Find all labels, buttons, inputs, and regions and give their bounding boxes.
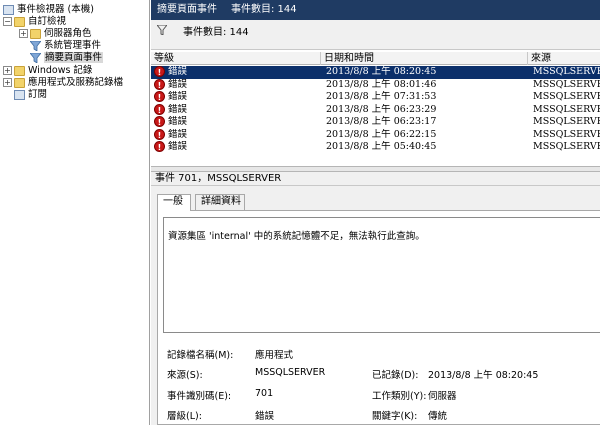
events-grid[interactable]: 等級 日期和時間 來源 ! 錯誤 2013/8/8 上午 08:20:45 MSS… — [151, 52, 600, 166]
table-row[interactable]: !錯誤 2013/8/8 上午 05:40:45 MSSQLSERVER — [151, 141, 600, 154]
source-label: 來源(S): — [167, 370, 203, 381]
table-row[interactable]: !錯誤 2013/8/8 上午 06:23:17 MSSQLSERVER — [151, 116, 600, 129]
view-title-bar: 摘要頁面事件 事件數目: 144 — [151, 0, 600, 20]
tab-general[interactable]: 一般 — [157, 194, 191, 211]
filter-icon — [29, 52, 42, 64]
table-row[interactable]: !錯誤 2013/8/8 上午 06:22:15 MSSQLSERVER — [151, 128, 600, 142]
folder-icon — [30, 28, 41, 39]
event-message: 資源集區 'internal' 中的系統記憶體不足，無法執行此查詢。 — [168, 231, 425, 242]
tree-item-server-roles[interactable]: + 伺服器角色 — [19, 28, 92, 40]
expand-icon[interactable]: + — [3, 66, 12, 75]
event-viewer-window: 事件檢視器 (本機) − 自訂檢視 + 伺服器角色 系統管理事件 摘要頁面事件 + W… — [0, 0, 600, 425]
table-row[interactable]: !錯誤 2013/8/8 上午 08:01:46 MSSQLSERVER — [151, 78, 600, 92]
tree-item-app-service-logs[interactable]: + 應用程式及服務記錄檔 — [3, 77, 123, 89]
filter-count: 事件數目: 144 — [183, 27, 249, 38]
tree-item-subscriptions[interactable]: 訂閱 — [14, 89, 47, 101]
log-name-label: 記錄檔名稱(M): — [167, 350, 234, 361]
folder-icon — [14, 16, 25, 27]
column-header-level[interactable]: 等級 — [151, 52, 321, 65]
table-row[interactable]: !錯誤 2013/8/8 上午 07:31:53 MSSQLSERVER — [151, 91, 600, 104]
level-label: 層級(L): — [167, 411, 202, 422]
folder-icon — [14, 65, 25, 76]
log-name-value: 應用程式 — [255, 350, 294, 361]
error-icon: ! — [154, 103, 165, 115]
navigation-tree[interactable]: 事件檢視器 (本機) − 自訂檢視 + 伺服器角色 系統管理事件 摘要頁面事件 + W… — [0, 0, 150, 425]
view-title: 摘要頁面事件 — [157, 4, 217, 15]
collapse-icon[interactable]: − — [3, 17, 12, 26]
expand-icon[interactable]: + — [19, 29, 28, 38]
event-detail-heading: 事件 701，MSSQLSERVER — [151, 172, 600, 186]
column-header-source[interactable]: 來源 — [528, 52, 600, 65]
tree-item-custom-views[interactable]: − 自訂檢視 — [3, 16, 66, 28]
table-row[interactable]: !錯誤 2013/8/8 上午 08:20:45 MSSQLSERVER — [151, 66, 600, 79]
main-pane: 摘要頁面事件 事件數目: 144 事件數目: 144 等級 日期和時間 來源 ! 錯… — [151, 0, 600, 425]
column-header-datetime[interactable]: 日期和時間 — [321, 52, 528, 65]
tree-item-windows-logs[interactable]: + Windows 記錄 — [3, 65, 92, 77]
event-id-value: 701 — [255, 388, 274, 399]
error-icon: ! — [154, 91, 165, 102]
grid-header: 等級 日期和時間 來源 — [151, 52, 600, 65]
table-row[interactable]: !錯誤 2013/8/8 上午 06:23:29 MSSQLSERVER — [151, 103, 600, 117]
level-value: 錯誤 — [255, 411, 275, 422]
tab-details[interactable]: 詳細資料 — [195, 194, 245, 210]
folder-icon — [14, 77, 25, 88]
logged-label: 已記錄(D): — [372, 370, 419, 381]
event-message-box[interactable]: 資源集區 'internal' 中的系統記憶體不足，無法執行此查詢。 — [163, 217, 600, 333]
task-category-value: 伺服器 — [428, 391, 457, 402]
filter-icon — [29, 40, 42, 52]
error-icon: ! — [154, 141, 165, 152]
subscription-icon — [14, 89, 25, 100]
filter-bar: 事件數目: 144 — [151, 20, 600, 50]
logged-value: 2013/8/8 上午 08:20:45 — [428, 370, 539, 381]
event-count: 事件數目: 144 — [231, 4, 297, 15]
tree-item-admin-events[interactable]: 系統管理事件 — [29, 40, 101, 52]
expand-icon[interactable]: + — [3, 78, 12, 87]
tree-item-summary-page-events[interactable]: 摘要頁面事件 — [29, 52, 104, 64]
event-id-label: 事件識別碼(E): — [167, 391, 232, 402]
filter-icon — [155, 20, 169, 46]
event-viewer-icon — [3, 4, 14, 15]
error-icon: ! — [154, 66, 165, 77]
keywords-label: 關鍵字(K): — [372, 411, 418, 422]
source-value: MSSQLSERVER — [255, 367, 326, 378]
error-icon: ! — [154, 128, 165, 140]
error-icon: ! — [154, 116, 165, 127]
task-category-label: 工作類別(Y): — [372, 391, 427, 402]
keywords-value: 傳統 — [428, 411, 448, 422]
tree-item-event-viewer[interactable]: 事件檢視器 (本機) — [3, 4, 94, 16]
error-icon: ! — [154, 78, 165, 90]
